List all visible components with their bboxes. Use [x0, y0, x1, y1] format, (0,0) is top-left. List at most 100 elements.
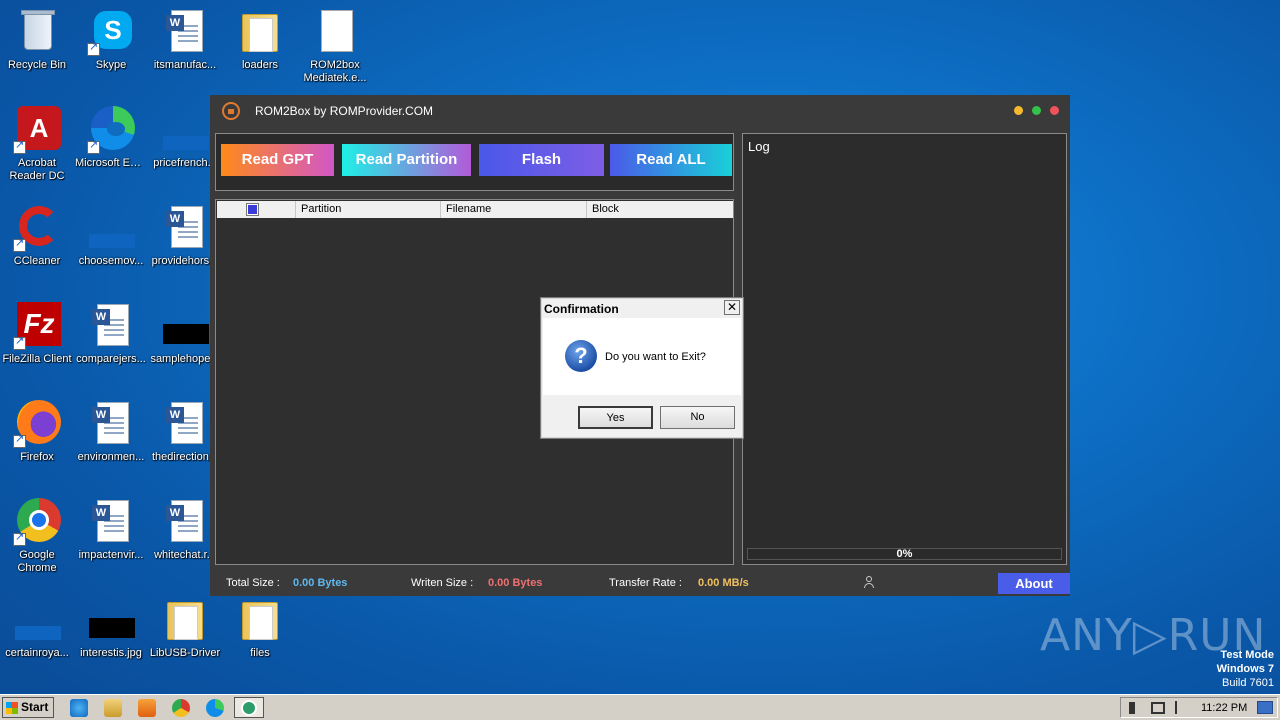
firefox-icon — [13, 400, 61, 448]
read-partition-button[interactable]: Read Partition — [342, 144, 471, 176]
media-player-icon[interactable] — [138, 699, 156, 717]
rom2box-app-icon — [241, 700, 257, 716]
edge-icon — [87, 106, 135, 154]
desktop-icon-document[interactable]: choosemov... — [74, 204, 148, 268]
desktop-icon-label: Google Chrome — [17, 549, 57, 574]
blank-thumbnail-icon — [161, 106, 209, 154]
desktop-icon-document[interactable]: W comparejers... — [74, 302, 148, 366]
explorer-icon[interactable] — [104, 699, 122, 717]
ccleaner-icon — [13, 204, 61, 252]
desktop-icon-document[interactable]: W impactenvir... — [74, 498, 148, 562]
word-document-icon: W — [87, 400, 135, 448]
dialog-close-button[interactable]: ✕ — [724, 300, 740, 315]
word-document-icon: W — [161, 498, 209, 546]
table-header: Partition Filename Block — [217, 201, 733, 218]
desktop-icon-label: CCleaner — [13, 255, 61, 267]
os-label: Windows 7 — [1216, 663, 1274, 675]
image-thumbnail-icon — [161, 302, 209, 350]
shortcut-arrow-icon — [13, 531, 26, 546]
chrome-taskbar-icon[interactable] — [172, 699, 190, 717]
word-document-icon: W — [161, 204, 209, 252]
desktop-icon-acrobat[interactable]: A Acrobat Reader DC — [0, 106, 74, 183]
desktop-icon-filezilla[interactable]: Fz FileZilla Client — [0, 302, 74, 366]
folder-icon — [236, 596, 284, 644]
test-mode-label: Test Mode — [1220, 649, 1274, 661]
written-size-label: Writen Size : — [411, 577, 474, 589]
column-header-partition[interactable]: Partition — [297, 201, 441, 218]
read-all-button[interactable]: Read ALL — [610, 144, 732, 176]
shortcut-arrow-icon — [13, 335, 26, 350]
desktop-icon-label: Skype — [95, 59, 127, 71]
desktop-icon-skype[interactable]: S Skype — [74, 8, 148, 72]
log-label: Log — [748, 139, 770, 154]
build-label: Build 7601 — [1222, 677, 1274, 689]
desktop-icon-folder[interactable]: loaders — [223, 8, 297, 72]
edge-taskbar-icon[interactable] — [206, 699, 224, 717]
action-center-flag-icon[interactable] — [1175, 701, 1185, 714]
desktop-icon-chrome[interactable]: Google Chrome — [0, 498, 74, 575]
word-document-icon: W — [87, 302, 135, 350]
written-size-value: 0.00 Bytes — [488, 577, 543, 589]
clock[interactable]: 11:22 PM — [1201, 702, 1247, 714]
shortcut-arrow-icon — [87, 41, 100, 56]
confirmation-dialog: Confirmation ✕ ? Do you want to Exit? Ye… — [540, 297, 744, 439]
test-mode-watermark: Test Mode Windows 7 Build 7601 — [1217, 648, 1274, 690]
dialog-body: ? Do you want to Exit? — [543, 318, 741, 395]
transfer-rate-value: 0.00 MB/s — [698, 577, 749, 589]
acrobat-icon: A — [13, 106, 61, 154]
word-document-icon: W — [161, 400, 209, 448]
system-tray: 11:22 PM — [1120, 697, 1278, 718]
volume-icon[interactable] — [1129, 702, 1141, 714]
show-desktop-icon[interactable] — [1257, 701, 1273, 714]
desktop-icon-document[interactable]: W itsmanufac... — [148, 8, 222, 72]
recycle-bin-icon — [13, 8, 61, 56]
select-all-checkbox[interactable] — [217, 201, 296, 218]
shortcut-arrow-icon — [13, 433, 26, 448]
dialog-message: Do you want to Exit? — [605, 351, 706, 363]
window-titlebar[interactable]: ROM2Box by ROMProvider.COM — [210, 95, 1070, 126]
yes-button[interactable]: Yes — [578, 406, 653, 429]
shortcut-arrow-icon — [87, 139, 100, 154]
maximize-button[interactable] — [1032, 106, 1041, 115]
desktop-icon-image[interactable]: interestis.jpg — [74, 596, 148, 660]
word-document-icon: W — [161, 8, 209, 56]
blank-thumbnail-icon — [87, 204, 135, 252]
folder-icon — [236, 8, 284, 56]
desktop-icon-folder[interactable]: LibUSB-Driver — [148, 596, 222, 660]
windows-logo-icon — [6, 702, 18, 714]
desktop-icon-rom2box[interactable]: ROM2box Mediatek.e... — [298, 8, 372, 85]
shortcut-arrow-icon — [13, 139, 26, 154]
desktop-icon-ccleaner[interactable]: CCleaner — [0, 204, 74, 268]
column-header-filename[interactable]: Filename — [442, 201, 587, 218]
about-button[interactable]: About — [998, 573, 1070, 594]
filezilla-icon: Fz — [13, 302, 61, 350]
shortcut-arrow-icon — [13, 237, 26, 252]
action-buttons-panel: Read GPT Read Partition Flash Read ALL — [215, 133, 734, 191]
no-button[interactable]: No — [660, 406, 735, 429]
rom2box-taskbar-button[interactable] — [234, 697, 264, 718]
desktop-icon-document[interactable]: W environmen... — [74, 400, 148, 464]
dialog-title: Confirmation — [544, 302, 619, 316]
desktop-icon-recycle-bin[interactable]: Recycle Bin — [0, 8, 74, 72]
desktop-icon-edge[interactable]: Microsoft Edge — [74, 106, 148, 170]
user-icon[interactable] — [864, 576, 874, 589]
network-icon[interactable] — [1151, 702, 1165, 714]
ie-icon[interactable] — [70, 699, 88, 717]
desktop-icon-label: loaders — [241, 59, 279, 71]
read-gpt-button[interactable]: Read GPT — [221, 144, 334, 176]
close-button[interactable] — [1050, 106, 1059, 115]
column-header-block[interactable]: Block — [588, 201, 733, 218]
start-button[interactable]: Start — [2, 697, 54, 718]
skype-icon: S — [87, 8, 135, 56]
flash-button[interactable]: Flash — [479, 144, 604, 176]
desktop-icon-folder[interactable]: files — [223, 596, 297, 660]
desktop-icon-label: impactenvir... — [78, 549, 144, 561]
log-panel: Log 0% — [742, 133, 1067, 565]
chrome-icon — [13, 498, 61, 546]
desktop-icon-label: Firefox — [20, 451, 54, 463]
minimize-button[interactable] — [1014, 106, 1023, 115]
desktop-icon-document[interactable]: certainroya... — [0, 596, 74, 660]
blank-thumbnail-icon — [13, 596, 61, 644]
desktop-icon-firefox[interactable]: Firefox — [0, 400, 74, 464]
desktop-icon-label: itsmanufac... — [153, 59, 217, 71]
